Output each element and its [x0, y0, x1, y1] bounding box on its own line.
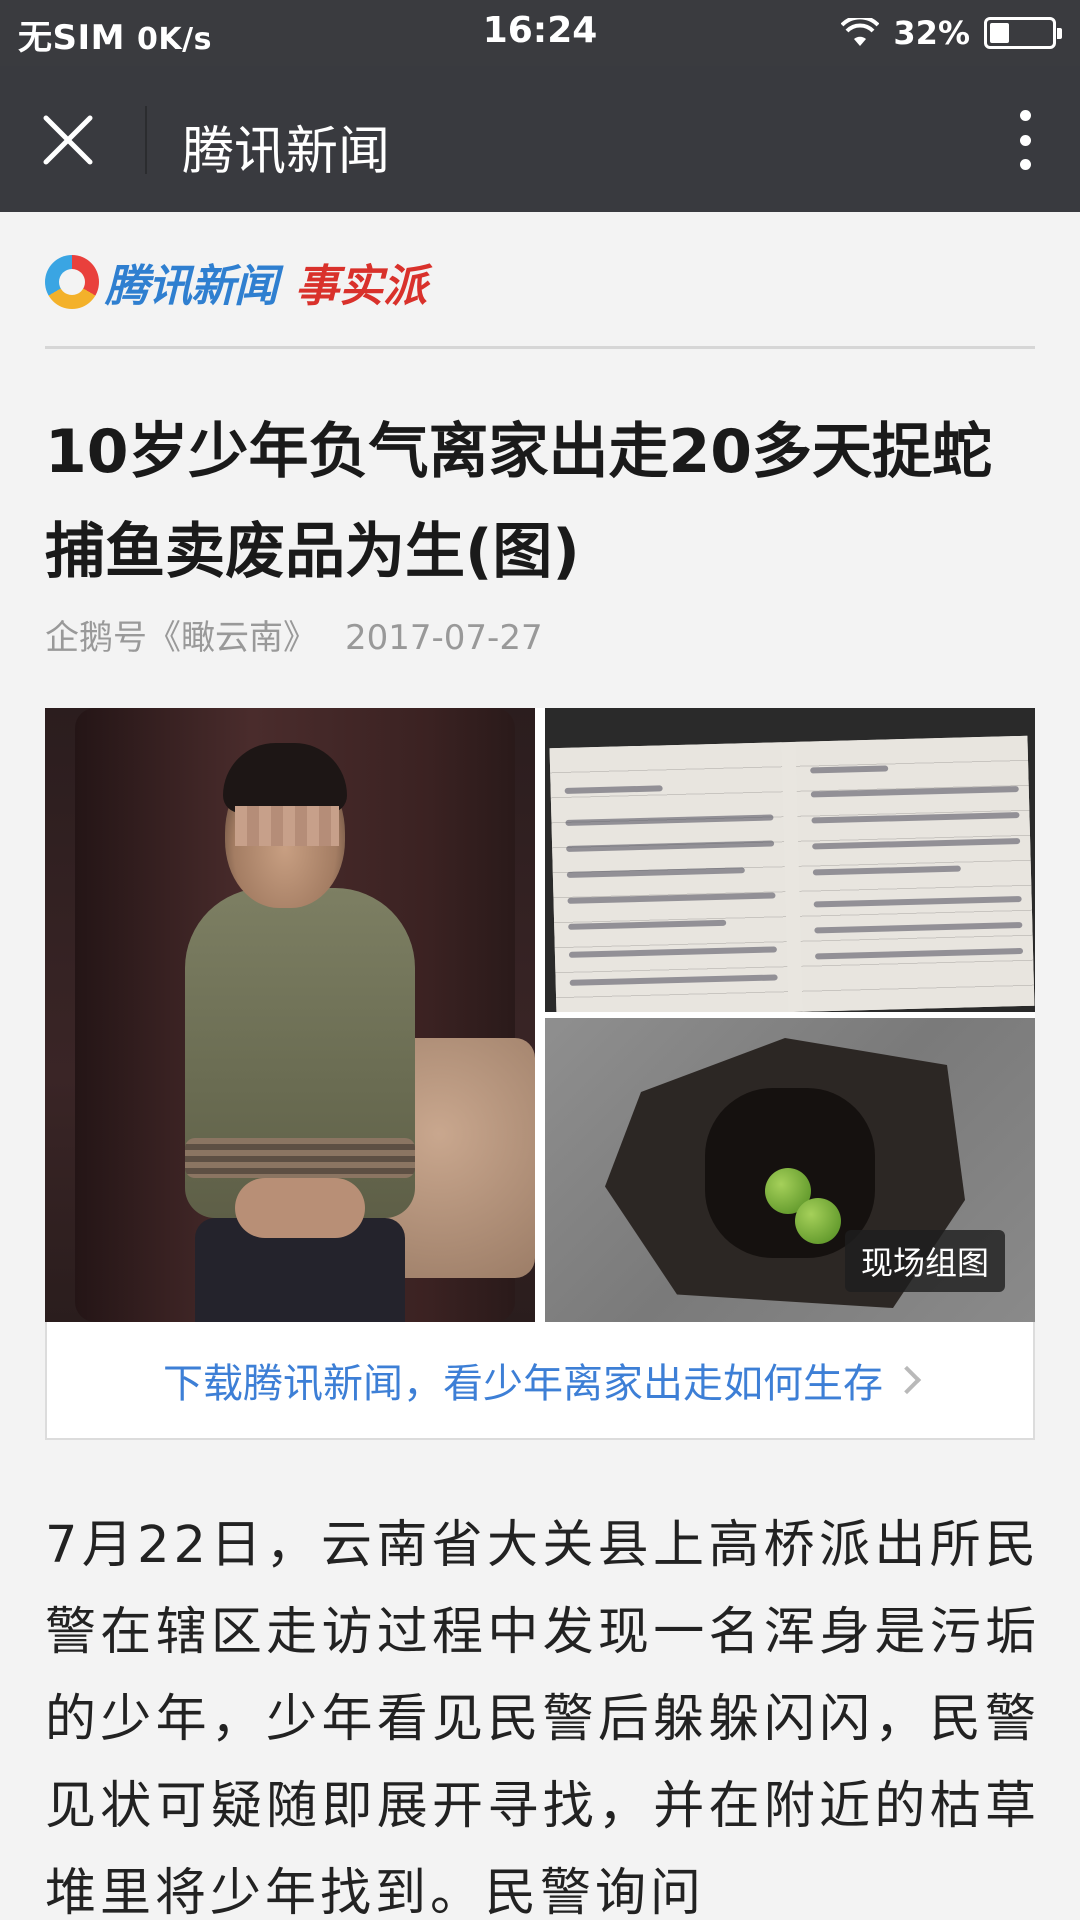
- nav-title: 腾讯新闻: [182, 122, 391, 182]
- nav-divider: [145, 106, 147, 174]
- handwriting-line: [814, 921, 1023, 934]
- handwriting-line: [569, 974, 778, 986]
- sweater-stripe: [185, 1138, 415, 1178]
- chevron-right-icon: [892, 1365, 922, 1395]
- dot: [1019, 159, 1031, 170]
- tencent-news-logo-icon: [45, 255, 99, 309]
- photo-label: 现场组图: [844, 1230, 1005, 1292]
- article-meta: 企鹅号《瞰云南》 2017-07-27: [45, 610, 543, 659]
- more-vertical-icon[interactable]: [1010, 110, 1040, 170]
- status-right: 32%: [841, 10, 1062, 56]
- brand-logo: 腾讯新闻 事实派: [45, 252, 427, 312]
- header-divider: [45, 346, 1035, 349]
- photo-notebook[interactable]: [545, 708, 1035, 1012]
- handwriting-line: [568, 919, 727, 930]
- brand-tag: 事实派: [295, 261, 427, 312]
- notebook-page-left: [549, 742, 789, 1012]
- hands-shape: [235, 1178, 365, 1238]
- download-app-banner[interactable]: 下载腾讯新闻，看少年离家出走如何生存: [45, 1322, 1035, 1440]
- photo-boy[interactable]: [45, 708, 535, 1322]
- apple-shape: [795, 1198, 841, 1244]
- article-date: 2017-07-27: [345, 618, 543, 658]
- handwriting-line: [812, 838, 1021, 850]
- handwriting-line: [566, 840, 775, 852]
- handwriting-line: [811, 812, 1020, 824]
- article-source[interactable]: 企鹅号《瞰云南》: [45, 618, 317, 658]
- handwriting-line: [565, 814, 774, 826]
- article-content: 腾讯新闻 事实派 10岁少年负气离家出走20多天捉蛇捕鱼卖废品为生(图) 企鹅号…: [0, 212, 1080, 1920]
- battery-percent: 32%: [893, 14, 970, 52]
- handwriting-line: [812, 865, 961, 876]
- handwriting-line: [813, 895, 1022, 908]
- wifi-icon: [841, 18, 880, 46]
- handwriting-line: [810, 786, 1019, 798]
- download-banner-text: 下载腾讯新闻，看少年离家出走如何生存: [163, 1361, 883, 1407]
- close-icon[interactable]: [40, 112, 96, 168]
- article-title: 10岁少年负气离家出走20多天捉蛇捕鱼卖废品为生(图): [45, 417, 992, 587]
- notebook-shape: [549, 735, 1035, 1012]
- dot: [1019, 134, 1031, 146]
- handwriting-line: [568, 946, 777, 958]
- notebook-page-right: [795, 735, 1035, 1012]
- article-body: 7月22日，云南省大关县上高桥派出所民警在辖区走访过程中发现一名浑身是污垢的少年…: [45, 1516, 1040, 1920]
- battery-fill: [990, 23, 1009, 43]
- dot: [1019, 110, 1031, 121]
- handwriting-line: [810, 765, 889, 774]
- handwriting-line: [564, 785, 663, 794]
- photo-collage[interactable]: 现场组图: [45, 708, 1035, 1322]
- mosaic-blur: [235, 806, 339, 846]
- handwriting-line: [815, 947, 1024, 960]
- battery-icon: [984, 17, 1062, 49]
- handwriting-line: [567, 892, 776, 904]
- handwriting-line: [566, 867, 745, 878]
- nav-bar: 腾讯新闻: [0, 66, 1080, 212]
- status-bar: 无SIM 0K/s 16:24 32%: [0, 0, 1080, 66]
- brand-name: 腾讯新闻: [105, 261, 278, 312]
- photo-bag[interactable]: 现场组图: [545, 1018, 1035, 1322]
